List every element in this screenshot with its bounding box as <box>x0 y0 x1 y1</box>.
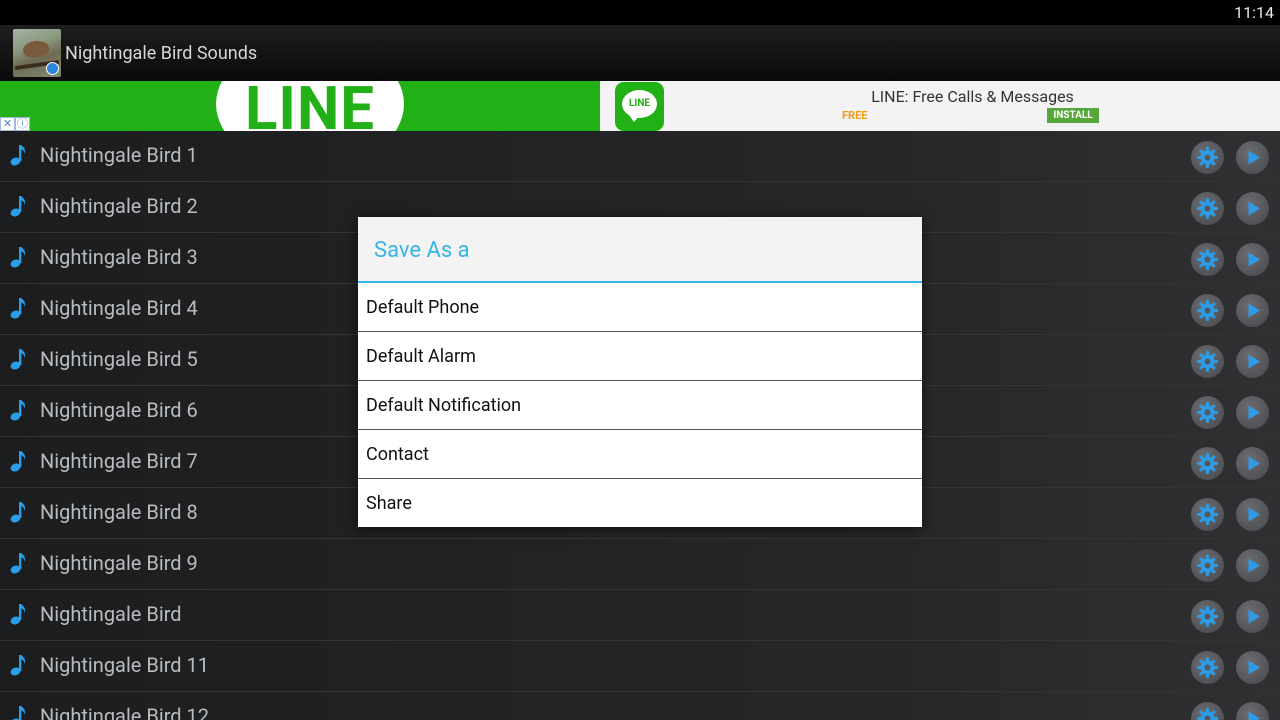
option-default-notification[interactable]: Default Notification <box>358 381 922 430</box>
option-share[interactable]: Share <box>358 479 922 528</box>
option-contact[interactable]: Contact <box>358 430 922 479</box>
dialog-title: Save As a <box>374 238 470 263</box>
dialog-title-bar: Save As a <box>358 217 922 283</box>
save-as-dialog: Save As a Default Phone Default Alarm De… <box>358 217 922 527</box>
option-default-alarm[interactable]: Default Alarm <box>358 332 922 381</box>
option-default-phone[interactable]: Default Phone <box>358 283 922 332</box>
